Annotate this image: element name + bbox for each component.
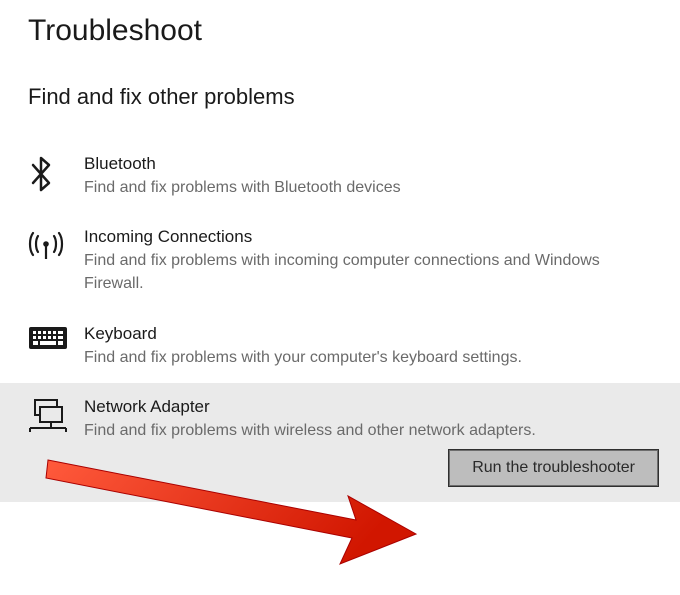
troubleshoot-item-keyboard[interactable]: Keyboard Find and fix problems with your… [0,310,680,383]
connections-icon [28,227,72,263]
network-adapter-icon [28,397,72,433]
troubleshoot-item-network-adapter[interactable]: Network Adapter Find and fix problems wi… [0,383,680,502]
bluetooth-icon [28,154,72,190]
troubleshoot-list: Bluetooth Find and fix problems with Blu… [0,110,680,502]
item-desc: Find and fix problems with incoming comp… [84,249,660,295]
page-title: Troubleshoot [0,0,680,48]
troubleshoot-item-incoming-connections[interactable]: Incoming Connections Find and fix proble… [0,213,680,309]
item-title: Network Adapter [84,397,660,417]
keyboard-icon [28,324,72,360]
item-title: Bluetooth [84,154,660,174]
item-desc: Find and fix problems with Bluetooth dev… [84,176,660,199]
item-title: Keyboard [84,324,660,344]
item-title: Incoming Connections [84,227,660,247]
section-title: Find and fix other problems [0,48,680,110]
item-desc: Find and fix problems with your computer… [84,346,660,369]
troubleshoot-item-bluetooth[interactable]: Bluetooth Find and fix problems with Blu… [0,140,680,213]
item-desc: Find and fix problems with wireless and … [84,419,660,442]
run-troubleshooter-button[interactable]: Run the troubleshooter [449,450,658,486]
